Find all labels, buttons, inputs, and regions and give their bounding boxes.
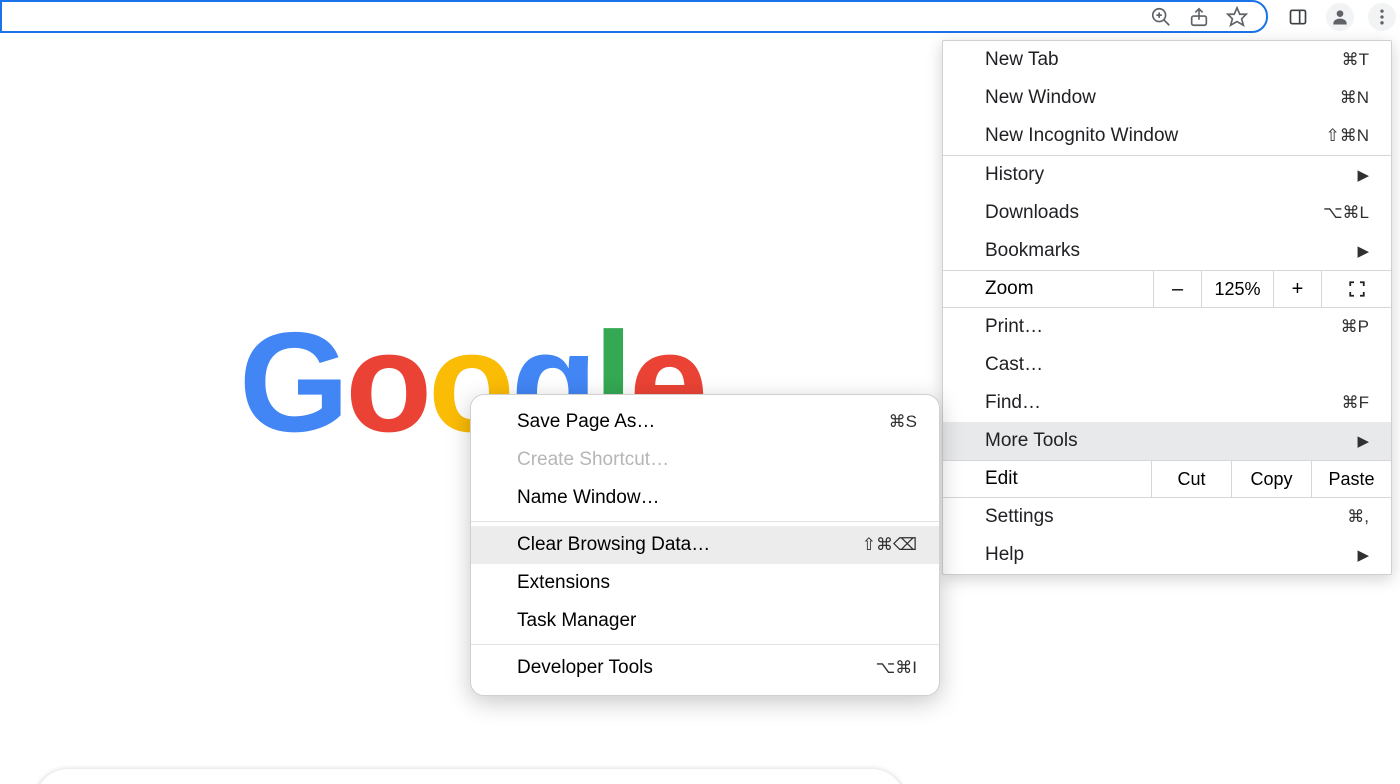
- share-icon[interactable]: [1188, 6, 1210, 28]
- star-icon[interactable]: [1226, 6, 1248, 28]
- submenu-extensions[interactable]: Extensions: [471, 564, 939, 602]
- edit-copy[interactable]: Copy: [1231, 460, 1311, 498]
- zoom-level: 125%: [1201, 270, 1273, 308]
- menu-new-window[interactable]: New Window⌘N: [943, 79, 1391, 117]
- fullscreen-button[interactable]: [1321, 270, 1391, 308]
- submenu-developer-tools[interactable]: Developer Tools⌥⌘I: [471, 649, 939, 687]
- more-tools-submenu: Save Page As…⌘S Create Shortcut… Name Wi…: [470, 394, 940, 696]
- submenu-task-manager[interactable]: Task Manager: [471, 602, 939, 640]
- menu-print[interactable]: Print…⌘P: [943, 308, 1391, 346]
- zoom-out-button[interactable]: –: [1153, 270, 1201, 308]
- menu-cast[interactable]: Cast…: [943, 346, 1391, 384]
- menu-more-tools[interactable]: More Tools▶: [943, 422, 1391, 460]
- zoom-in-button[interactable]: +: [1273, 270, 1321, 308]
- menu-help[interactable]: Help▶: [943, 536, 1391, 574]
- browser-top-bar: [0, 0, 1400, 39]
- submenu-name-window[interactable]: Name Window…: [471, 479, 939, 517]
- submenu-create-shortcut: Create Shortcut…: [471, 441, 939, 479]
- menu-settings[interactable]: Settings⌘,: [943, 498, 1391, 536]
- zoom-in-icon[interactable]: [1150, 6, 1172, 28]
- edit-cut[interactable]: Cut: [1151, 460, 1231, 498]
- menu-new-tab[interactable]: New Tab⌘T: [943, 41, 1391, 79]
- menu-history[interactable]: History▶: [943, 156, 1391, 194]
- toolbar-right: [1270, 0, 1400, 33]
- overflow-menu-icon[interactable]: [1368, 3, 1396, 31]
- chrome-menu: New Tab⌘T New Window⌘N New Incognito Win…: [942, 40, 1392, 575]
- omnibox[interactable]: [0, 0, 1268, 33]
- menu-zoom: Zoom – 125% +: [943, 270, 1391, 308]
- menu-edit: Edit Cut Copy Paste: [943, 460, 1391, 498]
- side-panel-icon[interactable]: [1284, 3, 1312, 31]
- menu-downloads[interactable]: Downloads⌥⌘L: [943, 194, 1391, 232]
- submenu-clear-browsing-data[interactable]: Clear Browsing Data…⇧⌘⌫: [471, 526, 939, 564]
- edit-paste[interactable]: Paste: [1311, 460, 1391, 498]
- submenu-save-page-as[interactable]: Save Page As…⌘S: [471, 403, 939, 441]
- profile-icon[interactable]: [1326, 3, 1354, 31]
- menu-bookmarks[interactable]: Bookmarks▶: [943, 232, 1391, 270]
- menu-find[interactable]: Find…⌘F: [943, 384, 1391, 422]
- menu-incognito[interactable]: New Incognito Window⇧⌘N: [943, 117, 1391, 155]
- search-box[interactable]: Search Google or type a URL: [35, 769, 905, 784]
